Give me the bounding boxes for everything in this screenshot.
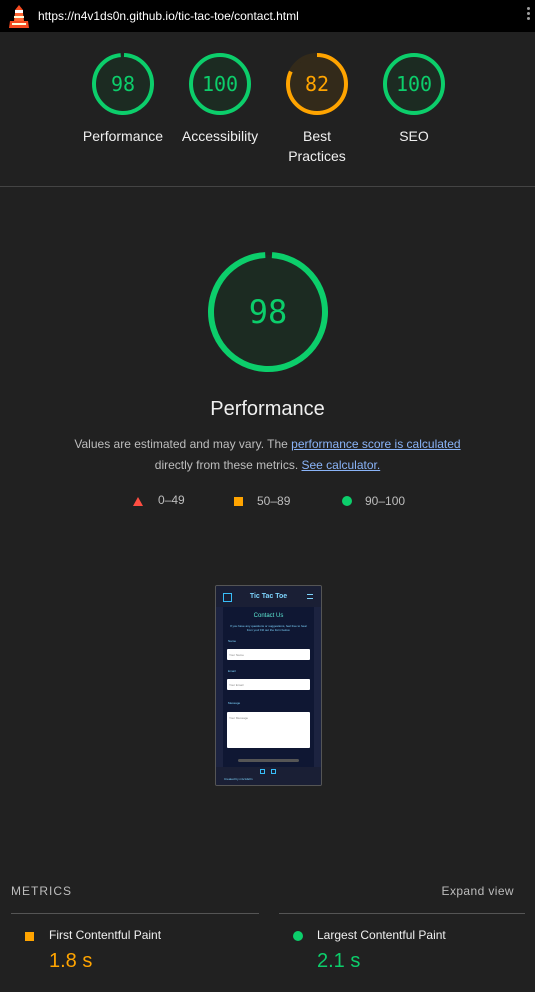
desc-prefix: Values are estimated and may vary. The <box>74 437 292 451</box>
gauge-seo[interactable]: 100 SEO <box>364 51 464 146</box>
gauge-score: 100 <box>396 72 432 96</box>
gauge-label: Performance <box>82 128 164 144</box>
gauge-best-practices[interactable]: 82 Best Practices <box>267 51 367 166</box>
more-options-icon[interactable] <box>525 7 531 25</box>
ss-footer-icon <box>260 769 265 774</box>
gauge-label-line2: Practices <box>288 148 346 164</box>
divider <box>11 913 259 914</box>
page-url[interactable]: https://n4v1ds0n.github.io/tic-tac-toe/c… <box>38 9 299 23</box>
ss-name-input: Your Name <box>227 649 310 660</box>
legend-average: 50–89 <box>234 494 291 508</box>
gauge-label: SEO <box>399 128 429 144</box>
performance-ring: 98 <box>207 252 328 372</box>
final-screenshot[interactable]: Tic Tac Toe Contact Us If you have any q… <box>215 585 322 786</box>
metric-value: 1.8 s <box>49 950 93 972</box>
gauge-accessibility-ring: 100 <box>189 53 251 115</box>
score-legend: 0–49 50–89 90–100 <box>0 492 535 508</box>
gauge-label-line1: Best <box>302 128 331 144</box>
circle-icon <box>342 496 352 506</box>
ss-name-label: Name <box>228 639 237 643</box>
ss-header: Tic Tac Toe <box>216 586 321 607</box>
gauge-score: 100 <box>202 72 238 96</box>
divider <box>279 913 525 914</box>
ss-footer: Created by n4v1ds0n <box>216 767 321 785</box>
hamburger-icon <box>307 594 313 599</box>
performance-gauge-large: 98 <box>0 250 535 374</box>
ss-heading: Contact Us <box>253 613 284 619</box>
ss-email-input: Your Email <box>227 679 310 690</box>
see-calculator-link[interactable]: See calculator. <box>301 458 380 472</box>
ss-message-input: Your Message <box>227 712 310 748</box>
gauge-performance[interactable]: 98 Performance <box>73 51 173 146</box>
performance-title: Performance <box>210 398 325 420</box>
square-icon <box>25 932 34 941</box>
metrics-heading: METRICS <box>11 884 72 898</box>
circle-icon <box>293 931 303 941</box>
top-bar: https://n4v1ds0n.github.io/tic-tac-toe/c… <box>0 0 535 32</box>
metric-name: Largest Contentful Paint <box>317 928 446 942</box>
ss-credit: Created by n4v1ds0n <box>224 777 253 781</box>
metric-name: First Contentful Paint <box>49 928 162 942</box>
lighthouse-logo-icon <box>9 5 29 28</box>
square-icon <box>234 497 243 506</box>
ss-contact-card: Contact Us If you have any questions or … <box>223 607 314 767</box>
legend-range: 0–49 <box>158 493 185 507</box>
ss-intro: If you have any questions or suggestions… <box>229 624 308 632</box>
triangle-icon <box>133 496 143 506</box>
ss-site-title: Tic Tac Toe <box>249 593 288 600</box>
expand-view-toggle[interactable]: Expand view <box>442 884 514 898</box>
performance-description: Values are estimated and may vary. The p… <box>60 434 475 476</box>
gauge-seo-ring: 100 <box>383 53 445 115</box>
ss-email-label: Email <box>228 669 236 673</box>
score-calculated-link[interactable]: performance score is calculated <box>291 437 460 451</box>
legend-pass: 90–100 <box>342 494 405 508</box>
gauge-label: Best Practices <box>267 126 367 166</box>
gauge-performance-ring: 98 <box>92 53 154 115</box>
legend-fail: 0–49 <box>133 493 185 507</box>
score-gauges: 98 Performance 100 Accessibility 82 Best… <box>0 32 535 187</box>
desc-mid: directly from these metrics. <box>154 458 302 472</box>
metric-value: 2.1 s <box>317 950 361 972</box>
gauge-label: Accessibility <box>181 128 259 144</box>
ss-submit-button <box>238 759 299 762</box>
performance-score: 98 <box>248 293 287 331</box>
gauge-best-practices-ring: 82 <box>286 53 348 115</box>
gauge-score: 82 <box>305 72 329 96</box>
legend-range: 90–100 <box>365 494 406 508</box>
gauge-score: 98 <box>111 72 135 96</box>
gauge-accessibility[interactable]: 100 Accessibility <box>170 51 270 146</box>
ss-message-label: Message <box>228 701 241 705</box>
ss-footer-icon <box>271 769 276 774</box>
legend-range: 50–89 <box>257 494 291 508</box>
